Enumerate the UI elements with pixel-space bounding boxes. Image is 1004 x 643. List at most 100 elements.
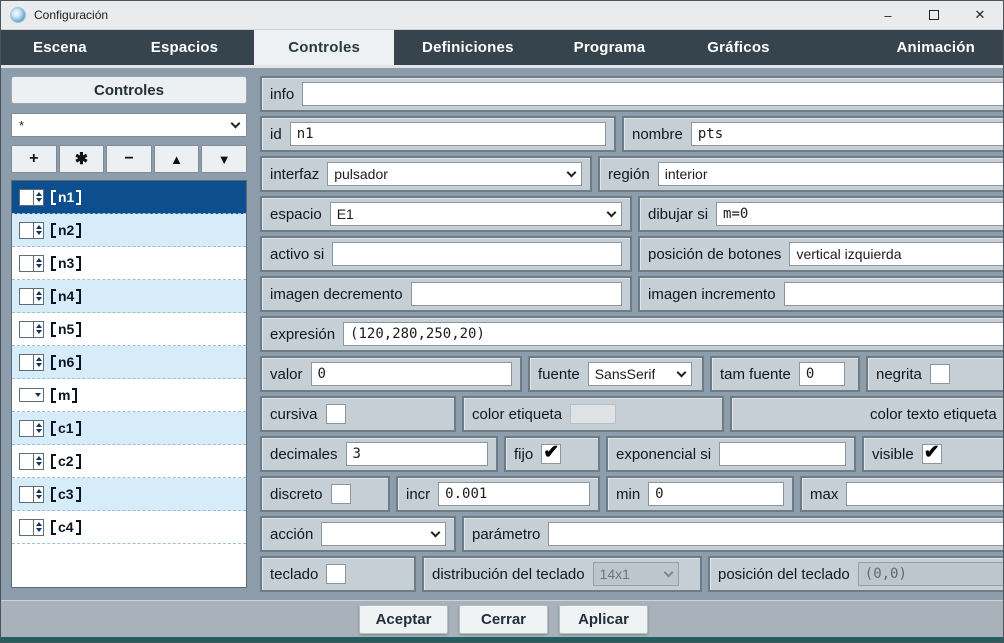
minimize-button[interactable]: – — [865, 1, 911, 29]
list-empty-area — [12, 544, 246, 587]
imagen-incremento-input[interactable] — [784, 282, 1004, 306]
maximize-button[interactable] — [911, 1, 957, 29]
negrita-checkbox[interactable] — [930, 364, 950, 384]
list-item-label: n6 — [58, 354, 74, 370]
bracket-left — [51, 421, 56, 436]
expresion-input[interactable] — [343, 322, 1004, 346]
tab-espacios[interactable]: Espacios — [145, 30, 224, 65]
espacio-value: E1 — [337, 206, 354, 222]
chevron-down-icon — [663, 567, 673, 577]
field-nombre: nombre — [622, 116, 1004, 152]
tab-controles[interactable]: Controles — [254, 30, 394, 65]
field-posicion-teclado: posición del teclado — [708, 556, 1004, 592]
tam-fuente-input[interactable] — [799, 362, 845, 386]
fuente-select[interactable]: SansSerif — [588, 362, 692, 386]
list-item-n4[interactable]: n4 — [12, 280, 246, 313]
min-input[interactable] — [648, 482, 784, 506]
chevron-down-icon — [431, 527, 441, 537]
decimales-input[interactable] — [346, 442, 488, 466]
fijo-checkbox[interactable]: ✔ — [541, 444, 561, 464]
list-item-n2[interactable]: n2 — [12, 214, 246, 247]
list-item-n3[interactable]: n3 — [12, 247, 246, 280]
field-espacio: espacio E1 — [260, 196, 632, 232]
visible-checkbox[interactable]: ✔ — [922, 444, 942, 464]
imagen-decremento-input[interactable] — [411, 282, 622, 306]
list-item-c3[interactable]: c3 — [12, 478, 246, 511]
move-up-button[interactable]: ▲ — [154, 145, 200, 173]
list-item-n6[interactable]: n6 — [12, 346, 246, 379]
incr-input[interactable] — [438, 482, 590, 506]
info-input[interactable] — [302, 82, 1004, 106]
content-area: Controles * + ✱ − ▲ ▼ n1 n2 — [1, 65, 1003, 600]
posicion-teclado-label: posición del teclado — [718, 566, 850, 583]
max-input[interactable] — [846, 482, 1004, 506]
field-visible: visible ✔ — [862, 436, 1004, 472]
interfaz-select[interactable]: pulsador — [327, 162, 582, 186]
aceptar-button[interactable]: Aceptar — [359, 605, 448, 634]
list-item-n1[interactable]: n1 — [12, 181, 246, 214]
dibujar-si-input[interactable] — [716, 202, 1004, 226]
id-label: id — [270, 126, 282, 143]
field-imagen-incremento: imagen incremento — [638, 276, 1004, 312]
chevron-down-icon — [607, 207, 617, 217]
tab-programa[interactable]: Programa — [568, 30, 652, 65]
controls-filter-select[interactable]: * — [11, 113, 247, 137]
add-control-button[interactable]: + — [11, 145, 57, 173]
discreto-checkbox[interactable] — [331, 484, 351, 504]
duplicate-control-button[interactable]: ✱ — [59, 145, 105, 173]
bracket-left — [51, 223, 56, 238]
spinner-icon — [19, 288, 44, 305]
color-etiqueta-swatch[interactable] — [570, 404, 616, 424]
negrita-label: negrita — [876, 366, 922, 383]
list-item-c2[interactable]: c2 — [12, 445, 246, 478]
field-fijo: fijo ✔ — [504, 436, 600, 472]
tab-definiciones[interactable]: Definiciones — [416, 30, 520, 65]
bracket-right — [76, 223, 81, 238]
bracket-right — [76, 454, 81, 469]
spinner-icon — [19, 255, 44, 272]
exponencial-si-label: exponencial si — [616, 446, 711, 463]
bracket-left — [51, 289, 56, 304]
tab-animacion[interactable]: Animación — [891, 30, 981, 65]
imagen-incremento-label: imagen incremento — [648, 286, 776, 303]
aplicar-button[interactable]: Aplicar — [559, 605, 648, 634]
move-down-button[interactable]: ▼ — [201, 145, 247, 173]
cursiva-checkbox[interactable] — [326, 404, 346, 424]
region-value: interior — [665, 166, 708, 182]
list-item-n5[interactable]: n5 — [12, 313, 246, 346]
bracket-right — [76, 487, 81, 502]
tab-escena[interactable]: Escena — [27, 30, 93, 65]
field-region: región interior — [598, 156, 1004, 192]
activo-si-input[interactable] — [332, 242, 622, 266]
filter-value: * — [19, 118, 24, 133]
tab-graficos[interactable]: Gráficos — [701, 30, 775, 65]
list-item-label: n5 — [58, 321, 74, 337]
bracket-left — [51, 454, 56, 469]
region-label: región — [608, 166, 650, 183]
accion-select[interactable] — [321, 522, 446, 546]
valor-input[interactable] — [311, 362, 512, 386]
cerrar-button[interactable]: Cerrar — [459, 605, 548, 634]
remove-control-button[interactable]: − — [106, 145, 152, 173]
interfaz-value: pulsador — [334, 166, 388, 182]
bracket-left — [51, 487, 56, 502]
parametro-input[interactable] — [548, 522, 1004, 546]
discreto-label: discreto — [270, 486, 323, 503]
exponencial-si-input[interactable] — [719, 442, 846, 466]
region-select[interactable]: interior — [658, 162, 1004, 186]
close-button[interactable]: ✕ — [957, 1, 1003, 29]
list-item-c1[interactable]: c1 — [12, 412, 246, 445]
list-item-label: c4 — [58, 519, 74, 535]
id-input[interactable] — [290, 122, 606, 146]
distribucion-teclado-value: 14x1 — [600, 566, 630, 582]
list-item-m[interactable]: m — [12, 379, 246, 412]
control-properties-form: info id nombre interfaz pulsad — [258, 74, 1004, 592]
posicion-botones-select[interactable]: vertical izquierda — [789, 242, 1004, 266]
list-item-label: c1 — [58, 420, 74, 436]
espacio-select[interactable]: E1 — [330, 202, 622, 226]
field-color-etiqueta: color etiqueta — [462, 396, 724, 432]
nombre-input[interactable] — [691, 122, 1004, 146]
list-item-c4[interactable]: c4 — [12, 511, 246, 544]
field-incr: incr — [396, 476, 600, 512]
teclado-checkbox[interactable] — [326, 564, 346, 584]
